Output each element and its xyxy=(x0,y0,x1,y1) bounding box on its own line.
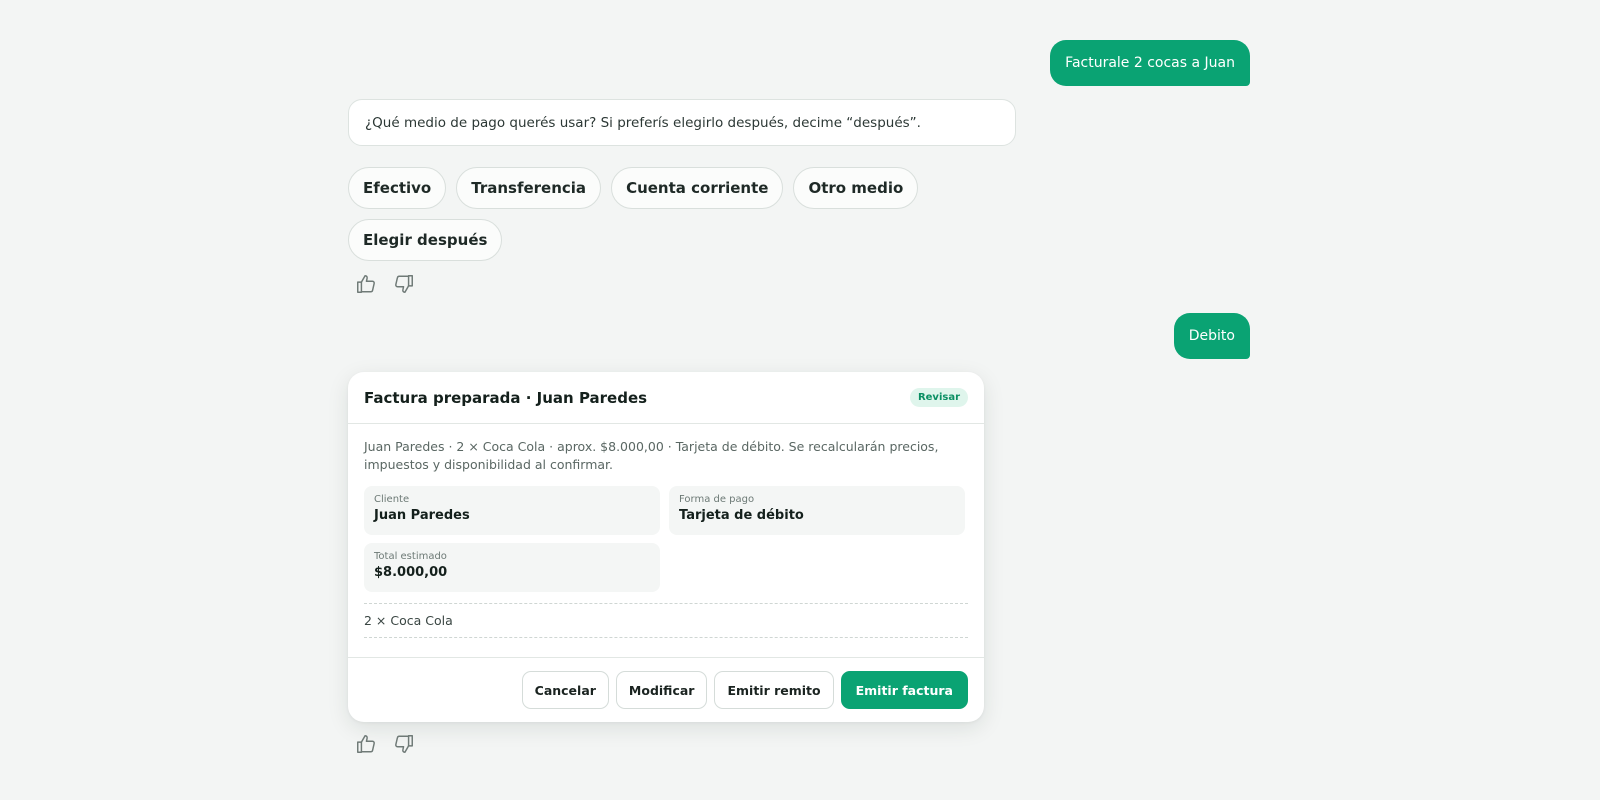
invoice-items: 2 × Coca Cola xyxy=(364,603,968,638)
thumbs-down-icon[interactable] xyxy=(392,272,416,296)
thumbs-up-icon[interactable] xyxy=(354,272,378,296)
assistant-message: ¿Qué medio de pago querés usar? Si prefe… xyxy=(348,99,1016,146)
invoice-card: Factura preparada · Juan Paredes Revisar… xyxy=(348,372,984,722)
thumbs-up-icon[interactable] xyxy=(354,732,378,756)
invoice-card-header: Factura preparada · Juan Paredes Revisar xyxy=(348,372,984,424)
option-cuenta-corriente-button[interactable]: Cuenta corriente xyxy=(611,167,784,209)
estimated-total-label: Total estimado xyxy=(374,551,447,562)
client-value: Juan Paredes xyxy=(374,508,470,523)
invoice-description: Juan Paredes · 2 × Coca Cola · aprox. $8… xyxy=(364,439,939,472)
client-field: Cliente Juan Paredes xyxy=(364,486,660,535)
option-elegir-despues-button[interactable]: Elegir después xyxy=(348,219,503,261)
emit-remito-button[interactable]: Emitir remito xyxy=(714,671,834,709)
estimated-total-field: Total estimado $8.000,00 xyxy=(364,543,660,592)
modify-button[interactable]: Modificar xyxy=(615,671,708,709)
message-feedback xyxy=(354,272,416,296)
user-message: Debito xyxy=(1173,313,1250,359)
payment-options: Efectivo Transferencia Cuenta corriente … xyxy=(348,167,1028,261)
invoice-fields: Cliente Juan Paredes Forma de pago Tarje… xyxy=(364,486,968,592)
status-badge: Revisar xyxy=(909,388,968,407)
estimated-total-value: $8.000,00 xyxy=(374,565,448,580)
user-message: Facturale 2 cocas a Juan xyxy=(1050,40,1250,86)
invoice-card-body: Juan Paredes · 2 × Coca Cola · aprox. $8… xyxy=(348,424,984,638)
payment-method-value: Tarjeta de débito xyxy=(679,508,804,523)
cancel-button[interactable]: Cancelar xyxy=(521,671,609,709)
chat-thread: Facturale 2 cocas a Juan ¿Qué medio de p… xyxy=(0,0,1600,800)
payment-method-field: Forma de pago Tarjeta de débito xyxy=(669,486,965,535)
option-efectivo-button[interactable]: Efectivo xyxy=(348,167,447,209)
emit-invoice-button[interactable]: Emitir factura xyxy=(840,671,968,709)
option-transferencia-button[interactable]: Transferencia xyxy=(456,167,602,209)
thumbs-down-icon[interactable] xyxy=(392,732,416,756)
list-item: 2 × Coca Cola xyxy=(364,613,453,628)
message-feedback xyxy=(354,732,416,756)
invoice-title: Factura preparada · Juan Paredes xyxy=(364,388,648,407)
client-label: Cliente xyxy=(374,494,410,505)
option-otro-medio-button[interactable]: Otro medio xyxy=(793,167,919,209)
invoice-card-actions: Cancelar Modificar Emitir remito Emitir … xyxy=(348,657,984,722)
payment-method-label: Forma de pago xyxy=(679,494,755,505)
